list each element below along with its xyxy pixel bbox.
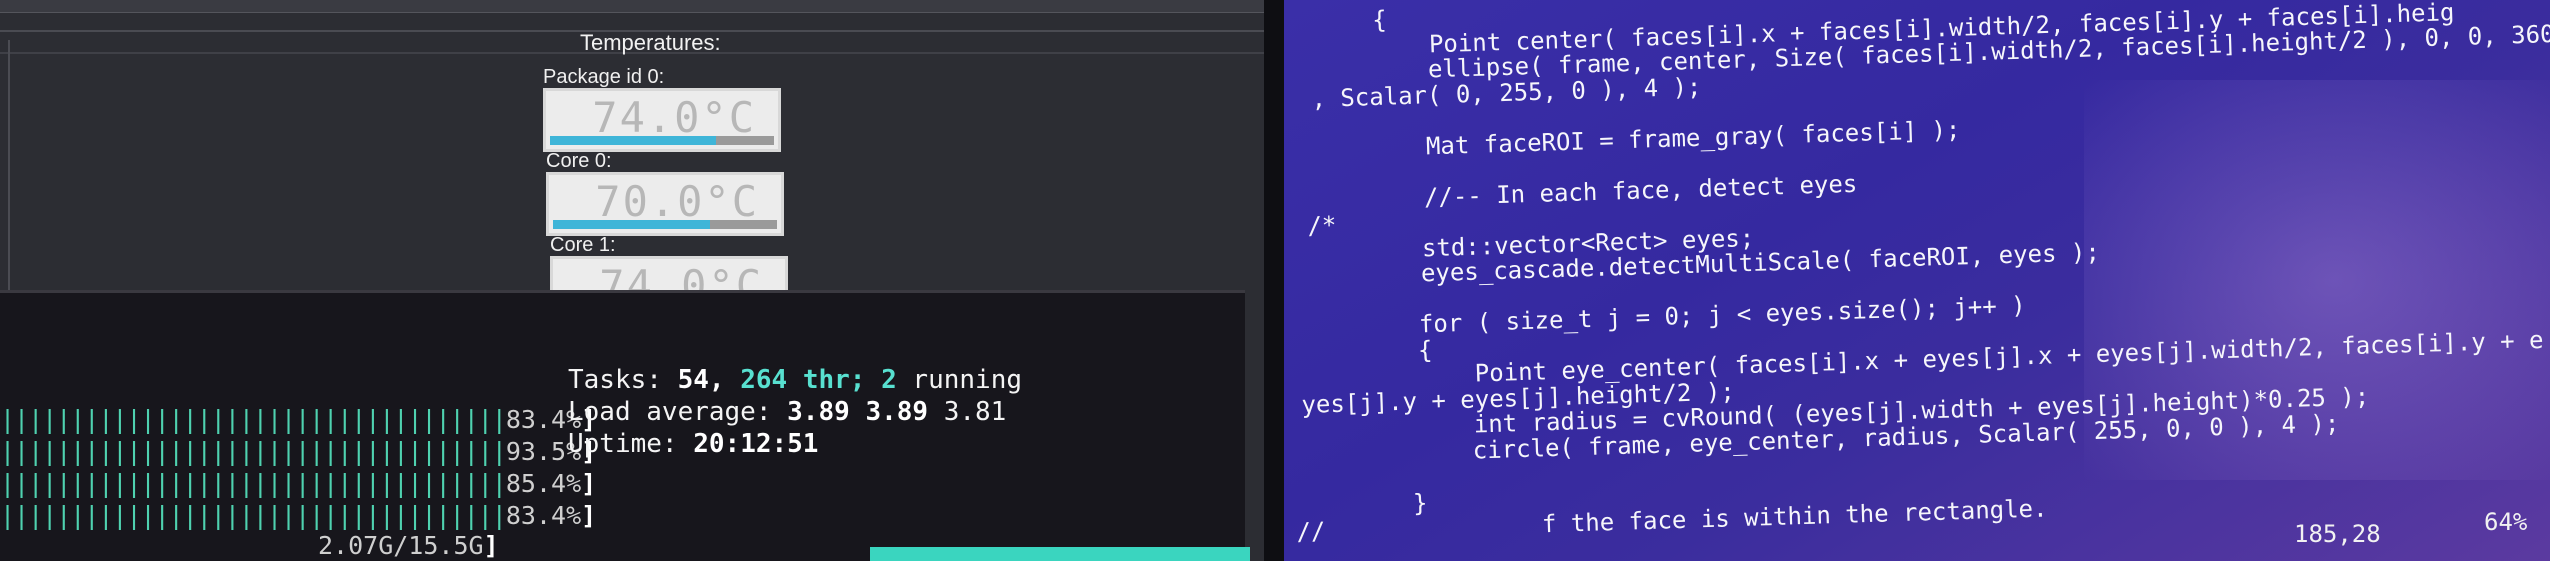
uptime-label: Uptime: (568, 429, 678, 459)
meter-bracket: ] (581, 501, 597, 530)
scroll-percent: 64% (2484, 508, 2528, 536)
htop-terminal[interactable]: ||||||||||||||||||||||||||||||||||||83.4… (0, 290, 1250, 561)
load-1: 3.89 (787, 397, 850, 427)
cpu-usage-bars: |||||||||||||||||||||||||||||||||||| (0, 405, 507, 434)
code-line[interactable]: for ( size_t j = 0; j < eyes.size(); j++… (1303, 291, 2026, 342)
tasks-label: Tasks: (568, 365, 662, 395)
threads-label: thr; (802, 365, 866, 395)
cpu-meter: ||||||||||||||||||||||||||||||||||||85.4… (0, 469, 596, 501)
tasks-count: 54, (677, 365, 725, 395)
system-monitor-window: Temperatures: Package id 0: 74.0°C Core … (0, 0, 1290, 561)
meter-bracket: ] (581, 469, 597, 498)
sensor-package-0: Package id 0: 74.0°C (543, 66, 788, 152)
monitor-bezel (1264, 0, 1284, 561)
sensor-label: Core 0: (546, 150, 612, 172)
running-label: running (912, 365, 1022, 395)
threads-count: 264 (740, 365, 788, 395)
sensor-label: Core 1: (550, 234, 616, 256)
uptime-value: 20:12:51 (693, 429, 819, 459)
window-top-edge (0, 0, 1290, 13)
code-line[interactable]: //-- In each face, detect eyes (1308, 169, 1857, 214)
sensor-core-0: Core 0: 70.0°C (546, 150, 791, 236)
load-15: 3.81 (943, 397, 1007, 427)
cpu-meter: ||||||||||||||||||||||||||||||||||||83.4… (0, 501, 596, 533)
temperature-bar-fill (553, 220, 710, 229)
temperatures-title: Temperatures: (580, 30, 721, 55)
meter-bracket: ] (483, 531, 499, 560)
temperature-bar-fill (550, 136, 716, 145)
cpu-meter: ||||||||||||||||||||||||||||||||||||83.4… (0, 405, 596, 437)
memory-meter: 2.07G/15.5G] (318, 531, 499, 560)
load-label: Load average: (568, 397, 772, 427)
running-count: 2 (881, 365, 897, 395)
temperature-value: 70.0°C (595, 177, 759, 226)
uptime-line: Uptime: 20:12:51 (568, 429, 818, 459)
temperature-display: 70.0°C (546, 172, 784, 236)
highlight-bar (870, 547, 1250, 561)
cursor-position: 185,28 (2294, 520, 2381, 548)
memory-value: 2.07G/15.5G (318, 531, 484, 560)
cpu-percent: 83.4% (505, 501, 582, 530)
temperature-display: 74.0°C (543, 88, 781, 152)
cpu-usage-bars: |||||||||||||||||||||||||||||||||||| (0, 437, 507, 466)
cpu-usage-bars: |||||||||||||||||||||||||||||||||||| (0, 469, 507, 498)
code-editor[interactable]: { Point center( faces[i].x + faces[i].wi… (1284, 0, 2550, 561)
sensor-label: Package id 0: (543, 66, 665, 88)
temperature-bar (553, 220, 777, 229)
tasks-line: Tasks: 54, 264 thr; 2 running (568, 365, 1022, 395)
cpu-meter: ||||||||||||||||||||||||||||||||||||93.5… (0, 437, 596, 469)
load-line: Load average: 3.89 3.89 3.81 (568, 397, 1006, 427)
temperature-value: 74.0°C (592, 93, 756, 142)
cpu-percent: 85.4% (505, 469, 582, 498)
code-line[interactable]: Mat faceROI = frame_gray( faces[i] ); (1310, 115, 1960, 163)
temperature-bar (550, 136, 774, 145)
cpu-usage-bars: |||||||||||||||||||||||||||||||||||| (0, 501, 507, 530)
code-line[interactable]: /* (1307, 211, 1337, 240)
load-5: 3.89 (865, 397, 929, 427)
